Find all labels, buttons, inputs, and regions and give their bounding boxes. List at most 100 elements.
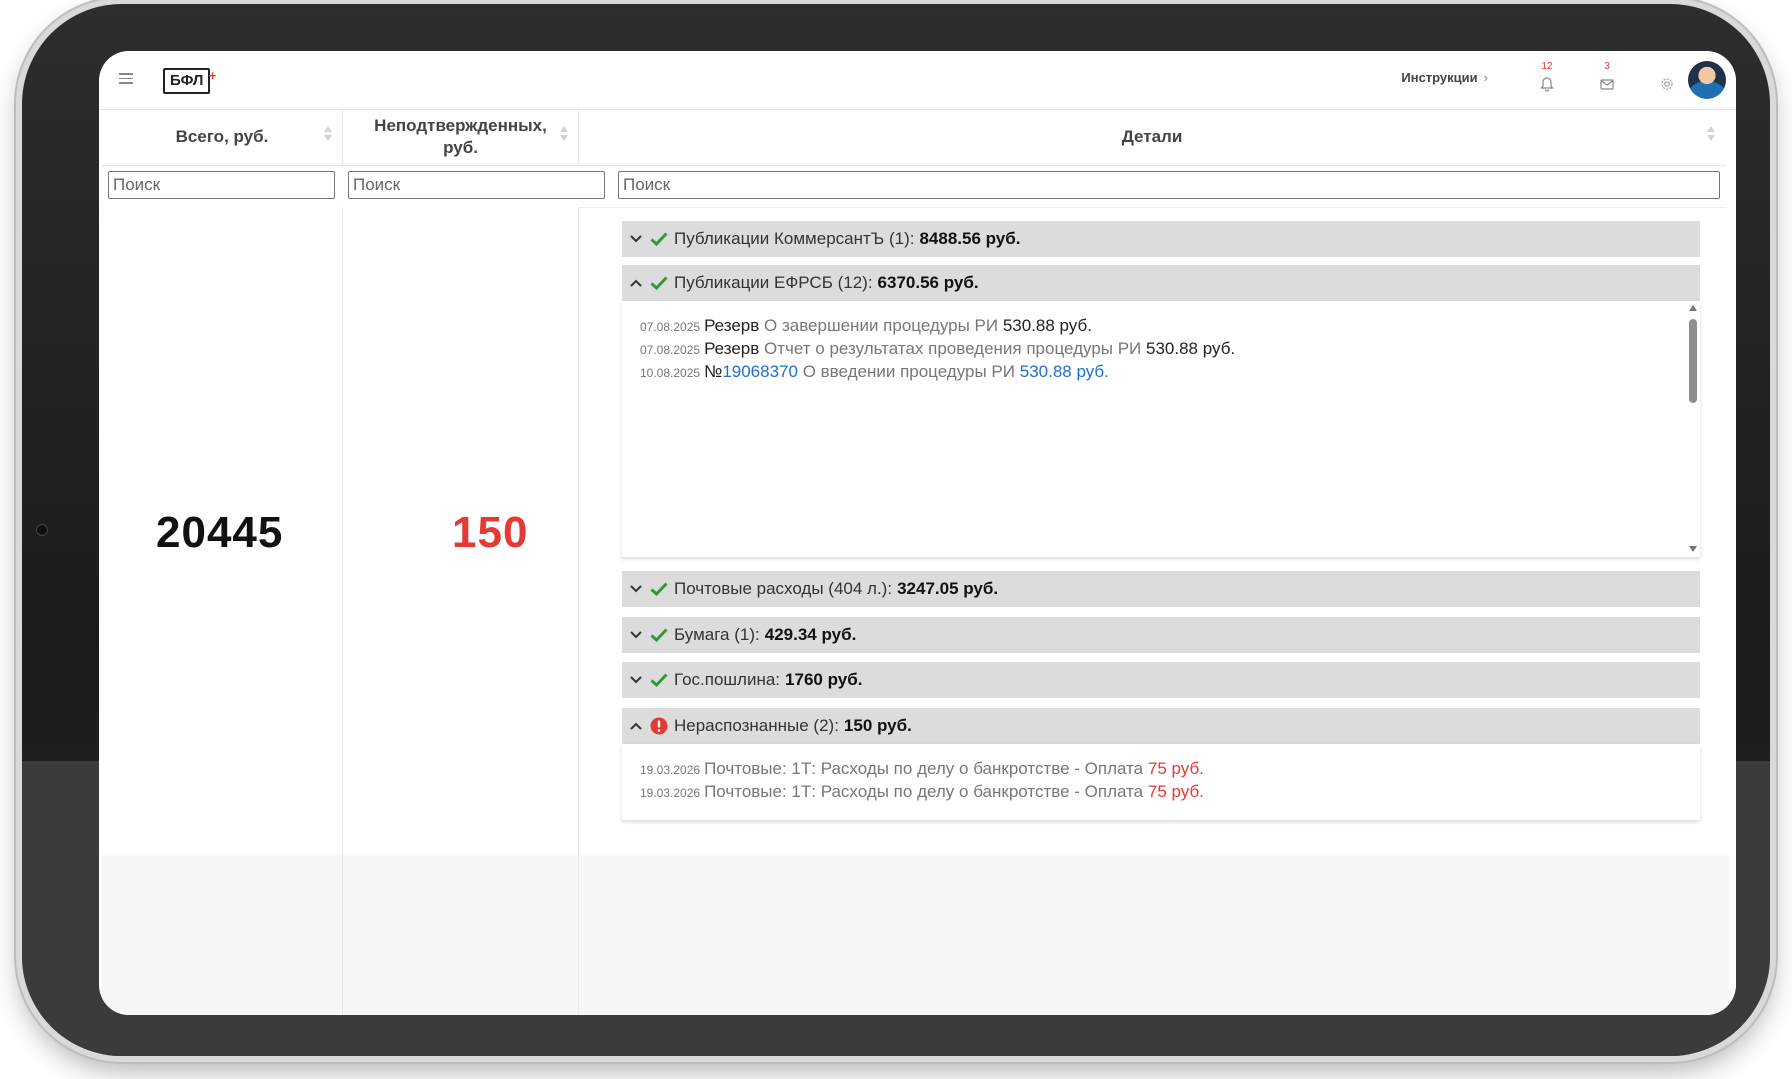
total-value: 20445 xyxy=(156,508,284,557)
messages-badge: 3 xyxy=(1604,61,1610,72)
chevron-down-icon xyxy=(630,235,644,243)
chevron-down-icon xyxy=(630,676,644,684)
row-kind: Резерв xyxy=(704,339,760,358)
sort-icon[interactable] xyxy=(560,126,568,141)
chevron-right-icon: › xyxy=(1483,70,1488,85)
table-header: Всего, руб. Неподтвержденных, руб. Детал… xyxy=(102,109,1726,166)
error-icon xyxy=(650,717,670,735)
notifications-button[interactable]: 12 xyxy=(1536,61,1558,93)
row-date: 10.08.2025 xyxy=(640,366,701,380)
column-header-label: Неподтвержденных, руб. xyxy=(374,116,547,157)
group-amount: 1760 руб. xyxy=(785,670,863,689)
column-header-label: Всего, руб. xyxy=(175,127,269,146)
sort-icon[interactable] xyxy=(324,126,332,141)
check-icon xyxy=(650,673,670,687)
camera xyxy=(36,524,48,536)
logo-text: БФЛ xyxy=(170,72,204,89)
group-amount: 150 руб. xyxy=(843,716,912,735)
list-item: 07.08.2025 Резерв О завершении процедуры … xyxy=(640,315,1700,338)
column-header-label: Детали xyxy=(1121,127,1183,146)
row-kind: Резерв xyxy=(704,316,760,335)
efrsb-panel: 07.08.2025 Резерв О завершении процедуры … xyxy=(622,301,1700,557)
row-amount: 530.88 руб. xyxy=(1146,339,1236,358)
sort-icon[interactable] xyxy=(1707,126,1715,141)
search-input-unconfirmed[interactable] xyxy=(348,171,605,199)
check-icon xyxy=(650,276,670,290)
logo[interactable]: БФЛ + xyxy=(163,68,216,94)
top-bar: БФЛ + Инструкции › 12 3 xyxy=(99,51,1736,110)
group-label: Бумага (1): xyxy=(674,625,760,644)
logo-plus: + xyxy=(208,68,217,83)
row-date: 19.03.2026 xyxy=(640,786,701,800)
chevron-up-icon xyxy=(630,279,644,287)
mail-icon xyxy=(1600,79,1614,90)
tablet-frame: БФЛ + Инструкции › 12 3 Всего, руб. Непо… xyxy=(22,4,1770,1056)
unconfirmed-value: 150 xyxy=(452,508,529,557)
column-header-details[interactable]: Детали xyxy=(579,109,1725,165)
search-input-total[interactable] xyxy=(108,171,335,199)
check-icon xyxy=(650,582,670,596)
row-text: О завершении процедуры РИ xyxy=(764,316,999,335)
group-label: Публикации ЕФРСБ (12): xyxy=(674,273,873,292)
chevron-up-icon xyxy=(630,722,644,730)
top-right-controls: Инструкции › 12 3 xyxy=(1336,51,1736,109)
row-amount: 75 руб. xyxy=(1147,782,1204,801)
row-date: 07.08.2025 xyxy=(640,343,701,357)
row-number-prefix: № xyxy=(704,362,723,381)
group-kommersant[interactable]: Публикации КоммерсантЪ (1): 8488.56 руб. xyxy=(622,221,1700,257)
row-amount: 530.88 руб. xyxy=(1019,362,1109,381)
row-text: Почтовые: 1Т: Расходы по делу о банкротс… xyxy=(704,782,1144,801)
check-icon xyxy=(650,232,670,246)
list-item: 10.08.2025 №19068370 О введении процедуры… xyxy=(640,361,1700,384)
group-label: Почтовые расходы (404 л.): xyxy=(674,579,893,598)
list-item: 07.08.2025 Резерв Отчет о результатах про… xyxy=(640,338,1700,361)
scroll-up-icon[interactable] xyxy=(1689,305,1697,311)
group-postal[interactable]: Почтовые расходы (404 л.): 3247.05 руб. xyxy=(622,571,1700,607)
scrollbar-thumb[interactable] xyxy=(1689,319,1697,403)
settings-button[interactable] xyxy=(1656,67,1678,93)
column-header-unconfirmed[interactable]: Неподтвержденных, руб. xyxy=(343,109,579,165)
row-number-link[interactable]: 19068370 xyxy=(722,362,798,381)
group-paper[interactable]: Бумага (1): 429.34 руб. xyxy=(622,617,1700,653)
gear-icon xyxy=(1661,78,1673,90)
instructions-link[interactable]: Инструкции › xyxy=(1401,70,1488,85)
group-unrecognized[interactable]: Нераспознанные (2): 150 руб. xyxy=(622,708,1700,744)
empty-area xyxy=(343,855,579,1015)
row-text: Отчет о результатах проведения процедуры… xyxy=(764,339,1142,358)
group-label: Публикации КоммерсантЪ (1): xyxy=(674,229,915,248)
group-efrsb[interactable]: Публикации ЕФРСБ (12): 6370.56 руб. xyxy=(622,265,1700,301)
check-icon xyxy=(650,628,670,642)
list-item: 19.03.2026 Почтовые: 1Т: Расходы по делу … xyxy=(640,781,1700,804)
empty-area xyxy=(102,855,343,1015)
row-amount: 75 руб. xyxy=(1147,759,1204,778)
group-amount: 8488.56 руб. xyxy=(919,229,1021,248)
chevron-down-icon xyxy=(630,585,644,593)
messages-button[interactable]: 3 xyxy=(1596,61,1618,93)
group-label: Нераспознанные (2): xyxy=(674,716,839,735)
chevron-down-icon xyxy=(630,631,644,639)
list-item: 19.03.2026 Почтовые: 1Т: Расходы по делу … xyxy=(640,758,1700,781)
scrollbar[interactable] xyxy=(1686,301,1700,557)
filter-row xyxy=(102,165,1726,208)
group-amount: 3247.05 руб. xyxy=(897,579,999,598)
unrecognized-panel: 19.03.2026 Почтовые: 1Т: Расходы по делу … xyxy=(622,744,1700,820)
search-input-details[interactable] xyxy=(618,171,1720,199)
empty-area xyxy=(579,855,1729,1015)
row-text: О введении процедуры РИ xyxy=(802,362,1015,381)
row-date: 19.03.2026 xyxy=(640,763,701,777)
app-screen: БФЛ + Инструкции › 12 3 Всего, руб. Непо… xyxy=(99,51,1736,1015)
group-amount: 6370.56 руб. xyxy=(877,273,979,292)
group-duty[interactable]: Гос.пошлина: 1760 руб. xyxy=(622,662,1700,698)
row-text: Почтовые: 1Т: Расходы по делу о банкротс… xyxy=(704,759,1144,778)
avatar[interactable] xyxy=(1688,61,1726,99)
scroll-down-icon[interactable] xyxy=(1689,546,1697,552)
hamburger-menu-icon[interactable] xyxy=(119,73,133,84)
notifications-badge: 12 xyxy=(1541,61,1553,72)
bell-icon xyxy=(1540,77,1554,92)
row-amount: 530.88 руб. xyxy=(1002,316,1092,335)
group-amount: 429.34 руб. xyxy=(764,625,857,644)
column-header-total[interactable]: Всего, руб. xyxy=(102,109,343,165)
row-date: 07.08.2025 xyxy=(640,320,701,334)
group-label: Гос.пошлина: xyxy=(674,670,781,689)
instructions-label: Инструкции xyxy=(1401,70,1478,85)
